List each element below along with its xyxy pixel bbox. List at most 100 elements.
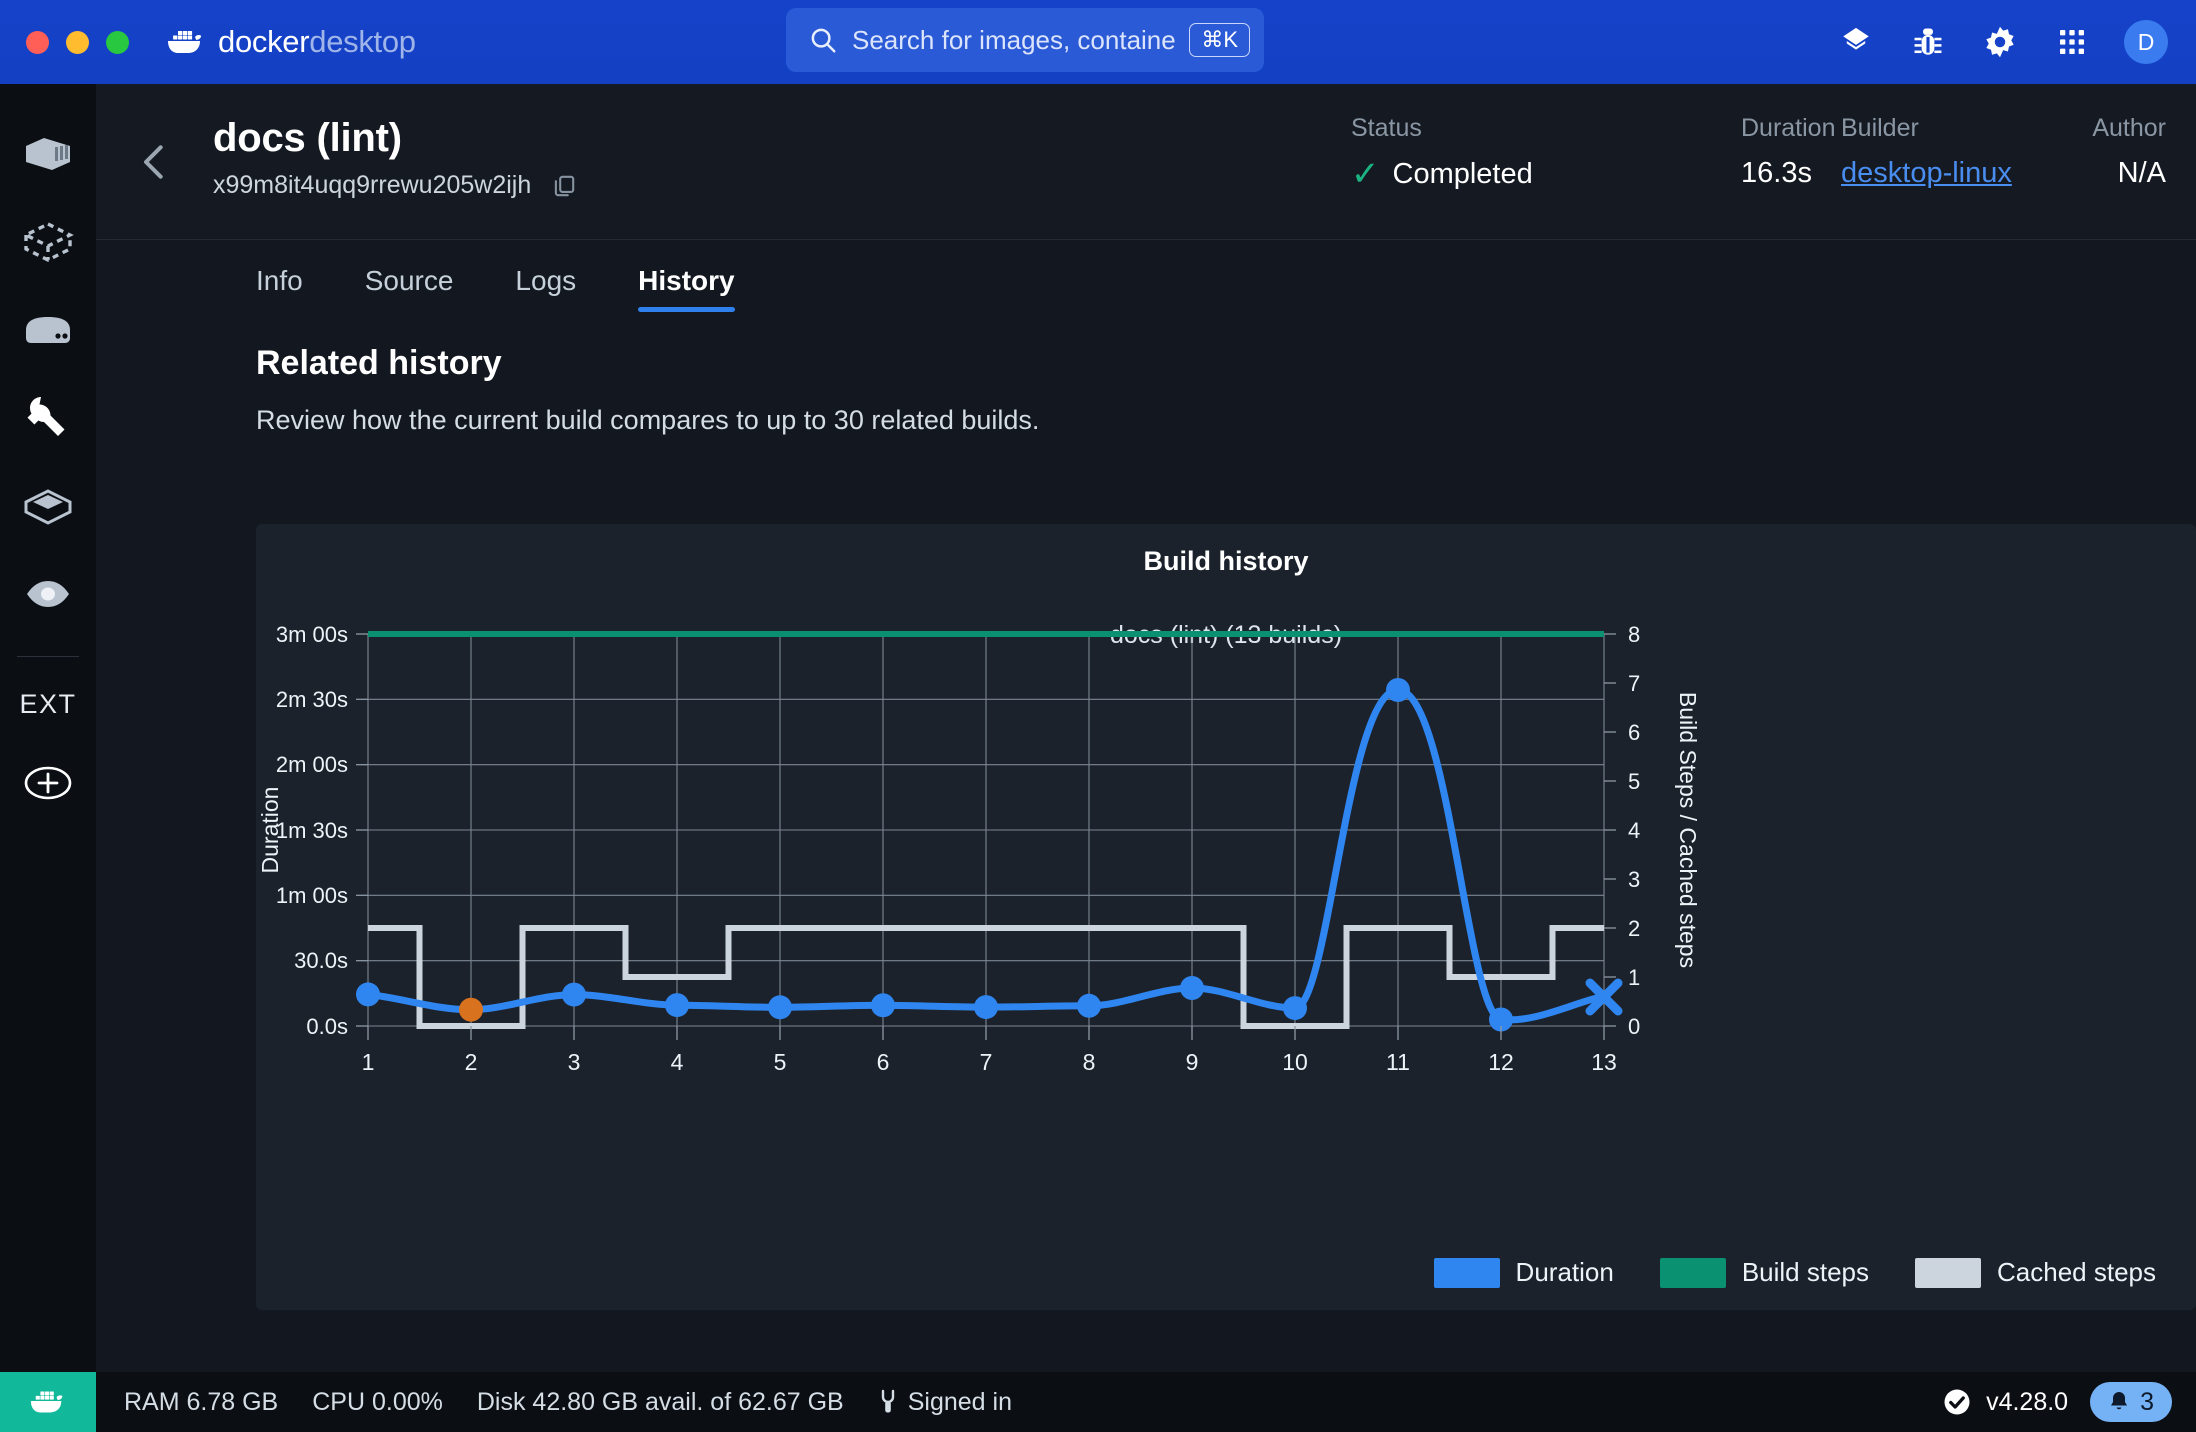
builder-link[interactable]: desktop-linux xyxy=(1841,157,2012,190)
minimize-window-button[interactable] xyxy=(66,30,89,54)
title-bar: dockerdesktop Search for images, contain… xyxy=(0,0,2196,84)
maximize-window-button[interactable] xyxy=(106,30,129,54)
meta-status-label: Status xyxy=(1351,114,1422,142)
section-title: Related history xyxy=(256,344,502,382)
meta-builder-label: Builder xyxy=(1841,114,1919,142)
y-tick-1m30s: 1m 30s xyxy=(276,818,348,843)
data-point-10[interactable] xyxy=(1283,996,1307,1021)
data-point-4[interactable] xyxy=(665,993,689,1018)
sidebar-divider xyxy=(17,656,79,657)
meta-builder: Builder desktop-linux xyxy=(1841,114,2056,191)
version-text: v4.28.0 xyxy=(1986,1387,2069,1416)
data-point-6[interactable] xyxy=(871,993,895,1018)
apps-grid-icon[interactable] xyxy=(2052,22,2092,62)
sidebar-item-images[interactable] xyxy=(0,198,96,286)
docker-whale-icon xyxy=(168,31,202,53)
build-history-plot: 3m 00s 2m 30s 2m 00s 1m 30s 1m 00s 30.0s… xyxy=(257,622,1701,1075)
build-tabs: Info Source Logs History xyxy=(96,240,2196,322)
chart-y2-axis-title: Build Steps / Cached steps xyxy=(1675,692,1701,968)
cpu-usage: CPU 0.00% xyxy=(312,1387,443,1416)
back-button[interactable] xyxy=(128,136,180,188)
sidebar-item-dev-environments[interactable] xyxy=(0,462,96,550)
data-point-9[interactable] xyxy=(1180,976,1204,1000)
brand-desktop: desktop xyxy=(309,24,416,59)
legend-item-cached-steps[interactable]: Cached steps xyxy=(1915,1257,2156,1288)
data-point-7[interactable] xyxy=(974,995,998,1020)
scout-eye-icon xyxy=(27,576,69,612)
docker-status-whale-icon[interactable] xyxy=(0,1372,96,1432)
data-point-3[interactable] xyxy=(562,982,586,1007)
brand-wordmark: dockerdesktop xyxy=(218,24,416,60)
x-tick-10: 10 xyxy=(1282,1049,1308,1075)
main-content: docs (lint) x99m8it4uqq9rrewu205w2ijh St… xyxy=(96,84,2196,1372)
search-input-placeholder[interactable]: Search for images, containers, vol... xyxy=(852,25,1175,56)
data-point-2-highlighted[interactable] xyxy=(459,997,483,1022)
docker-desktop-window: dockerdesktop Search for images, contain… xyxy=(0,0,2196,1432)
section-description: Review how the current build compares to… xyxy=(256,405,1040,435)
meta-duration: Duration 16.3s xyxy=(1741,114,1841,191)
build-header: docs (lint) x99m8it4uqq9rrewu205w2ijh St… xyxy=(96,84,2196,240)
notifications-count: 3 xyxy=(2140,1387,2154,1416)
bug-report-icon[interactable] xyxy=(1908,22,1948,62)
legend-item-duration[interactable]: Duration xyxy=(1433,1257,1614,1288)
chart-gridlines xyxy=(367,633,1605,1027)
signed-in-status[interactable]: Signed in xyxy=(878,1388,1012,1417)
build-title-block: docs (lint) x99m8it4uqq9rrewu205w2ijh xyxy=(213,116,577,200)
x-tick-9: 9 xyxy=(1186,1049,1199,1075)
meta-author-value: N/A xyxy=(2117,157,2166,189)
x-tick-6: 6 xyxy=(877,1049,890,1075)
chart-y2-axis-labels: 0 1 2 3 4 5 6 7 8 xyxy=(1628,622,1640,1039)
add-extension-button[interactable] xyxy=(0,741,96,825)
y2-tick-5: 5 xyxy=(1628,769,1640,794)
data-point-1[interactable] xyxy=(356,982,380,1007)
y2-tick-8: 8 xyxy=(1628,622,1640,647)
y-tick-0s: 0.0s xyxy=(306,1014,348,1039)
learning-center-icon[interactable] xyxy=(1836,22,1876,62)
meta-status-value: ✓ Completed xyxy=(1351,157,1533,191)
chart-x-axis-labels: 1 2 3 4 5 6 7 8 9 10 11 12 13 xyxy=(362,1049,1617,1075)
sidebar-item-containers[interactable] xyxy=(0,110,96,198)
check-icon: ✓ xyxy=(1351,155,1380,193)
close-window-button[interactable] xyxy=(26,30,49,54)
legend-item-build-steps[interactable]: Build steps xyxy=(1659,1257,1869,1288)
disk-usage: Disk 42.80 GB avail. of 62.67 GB xyxy=(476,1387,844,1416)
meta-author-label: Author xyxy=(2092,114,2166,142)
y-tick-30s: 30.0s xyxy=(294,948,348,973)
build-id-row: x99m8it4uqq9rrewu205w2ijh xyxy=(213,171,577,200)
tab-info[interactable]: Info xyxy=(256,240,303,322)
y2-tick-2: 2 xyxy=(1628,916,1640,941)
x-tick-8: 8 xyxy=(1083,1049,1096,1075)
titlebar-actions: D xyxy=(1836,0,2168,84)
settings-gear-icon[interactable] xyxy=(1980,22,2020,62)
sidebar-item-volumes[interactable] xyxy=(0,286,96,374)
search-icon xyxy=(811,28,836,53)
build-id: x99m8it4uqq9rrewu205w2ijh xyxy=(213,171,532,199)
user-avatar[interactable]: D xyxy=(2124,20,2168,64)
x-tick-12: 12 xyxy=(1488,1049,1514,1075)
data-point-8[interactable] xyxy=(1077,993,1101,1018)
x-tick-13: 13 xyxy=(1591,1049,1617,1075)
window-controls[interactable] xyxy=(0,30,129,54)
status-bar-right: v4.28.0 3 xyxy=(1942,1382,2172,1422)
sidebar-item-builds[interactable] xyxy=(0,374,96,462)
check-circle-icon xyxy=(1944,1389,1970,1415)
version-indicator[interactable]: v4.28.0 xyxy=(1942,1387,2068,1417)
add-extension-icon xyxy=(24,766,72,800)
copy-icon[interactable] xyxy=(551,173,577,199)
data-point-11[interactable] xyxy=(1386,678,1410,702)
tab-source[interactable]: Source xyxy=(365,240,454,322)
global-search-bar[interactable]: Search for images, containers, vol... ⌘K xyxy=(786,8,1264,72)
y-tick-2m30s: 2m 30s xyxy=(276,687,348,712)
chart-right-ticks xyxy=(1604,633,1616,1027)
x-tick-2: 2 xyxy=(465,1049,478,1075)
y-tick-3m00s: 3m 00s xyxy=(276,622,348,647)
volumes-icon xyxy=(26,317,70,343)
chart-y-axis-title: Duration xyxy=(257,787,283,874)
sidebar-item-docker-scout[interactable] xyxy=(0,550,96,638)
tab-logs[interactable]: Logs xyxy=(515,240,576,322)
search-shortcut-hint: ⌘K xyxy=(1189,23,1250,57)
data-point-5[interactable] xyxy=(768,995,792,1020)
tab-history[interactable]: History xyxy=(638,240,736,322)
legend-swatch-duration xyxy=(1433,1257,1500,1288)
notifications-badge[interactable]: 3 xyxy=(2090,1382,2172,1422)
